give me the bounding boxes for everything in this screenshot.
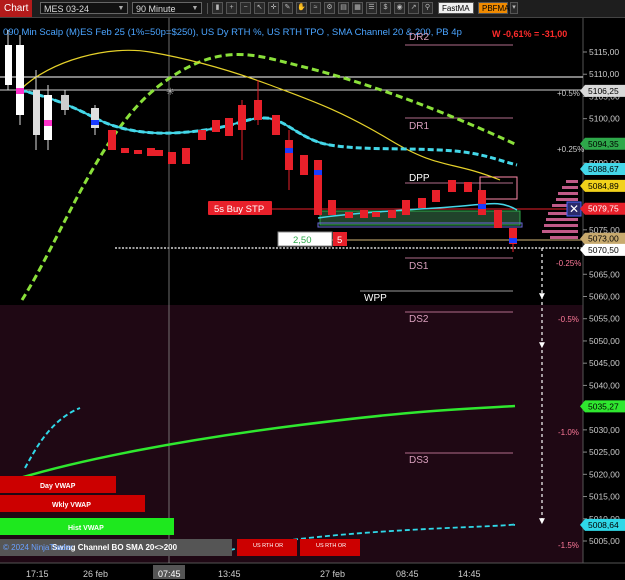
attach-icon[interactable]: ⚲ (422, 2, 433, 14)
arrow-down-icon: ▼ (537, 340, 547, 351)
price-marker: 5070,50 (580, 243, 625, 256)
share-icon[interactable]: ↗ (408, 2, 419, 14)
interval-value: 90 Minute (136, 4, 176, 14)
crosshair-icon[interactable]: ✛ (268, 2, 279, 14)
price-marker: 5094,35 (580, 137, 625, 150)
price-marker: 5073,00 (580, 232, 625, 245)
price-tick-label: 5005,00 (589, 536, 620, 546)
level-label-ds1: DS1 (409, 261, 429, 272)
price-marker-label: 5084,89 (588, 181, 619, 191)
price-marker-label: 5008,64 (588, 520, 619, 530)
chevron-down-icon: ▼ (191, 5, 199, 12)
arrow-down-icon: ▼ (537, 516, 547, 527)
time-label: 17:15 (26, 569, 49, 579)
level-label-dr2: DR2 (409, 32, 429, 43)
percent-label: +0.5% (557, 89, 580, 98)
price-marker-label: 5106,25 (588, 86, 619, 96)
interval-selector[interactable]: 90 Minute ▼ (132, 2, 202, 14)
toolbar-divider (207, 3, 208, 14)
price-marker-label: 5088,67 (588, 164, 619, 174)
zoom-in-icon[interactable]: + (226, 2, 237, 14)
percent-label: -1.0% (558, 428, 579, 437)
chevron-down-icon: ▼ (117, 5, 125, 12)
zoom-out-icon[interactable]: − (240, 2, 251, 14)
fastma-button[interactable]: FastMA (438, 2, 474, 14)
pointer-icon[interactable]: ↖ (254, 2, 265, 14)
pbfma-button[interactable]: PBFMA (478, 2, 510, 14)
templates-icon[interactable]: ▦ (352, 2, 363, 14)
crosshair-cursor-icon: ✳ (166, 87, 174, 98)
price-tick-label: 5030,00 (589, 425, 620, 435)
price-tick-label: 5050,00 (589, 336, 620, 346)
level-label-wpp: WPP (364, 293, 387, 304)
price-marker: 5088,67 (580, 163, 625, 176)
price-marker-label: 5094,35 (588, 139, 619, 149)
chart-trader-icon[interactable]: $ (380, 2, 391, 14)
chart-header-text: 090 Min Scalp (M)ES Feb 25 (1%=50p=$250)… (3, 27, 462, 38)
level-label-dpp: DPP (409, 173, 430, 184)
percent-label: -1.5% (558, 541, 579, 550)
price-tick-label: 5100,00 (589, 114, 620, 124)
price-tick-label: 5025,00 (589, 447, 620, 457)
percent-label: -0.25% (556, 259, 581, 268)
chart-toolbar: Chart MES 03-24 ▼ 90 Minute ▼ ▮ + − ↖ ✛ … (0, 0, 625, 18)
instrument-selector[interactable]: MES 03-24 ▼ (40, 2, 128, 14)
us-rth-or-label: US RTH OR (316, 543, 346, 549)
percent-label: +0.25% (557, 145, 584, 154)
hist-vwap-label: Hist VWAP (68, 525, 104, 532)
price-marker: 5079,75 (580, 202, 625, 215)
order-size: 5 (337, 235, 342, 246)
strategies-icon[interactable]: ⚙ (324, 2, 335, 14)
day-vwap-label: Day VWAP (40, 483, 76, 490)
price-chart[interactable]: 090 Min Scalp (M)ES Feb 25 (1%=50p=$250)… (0, 18, 625, 580)
price-marker: 5106,25 (580, 84, 625, 97)
time-label: 08:45 (396, 569, 419, 579)
us-rth-or-label: US RTH OR (253, 543, 283, 549)
instrument-value: MES 03-24 (44, 4, 90, 14)
price-marker: 5035,27 (580, 400, 625, 413)
properties-icon[interactable]: ☰ (366, 2, 377, 14)
price-tick-label: 5015,00 (589, 492, 620, 502)
price-marker: 5008,64 (580, 518, 625, 531)
time-label: 26 feb (83, 569, 108, 579)
price-tick-label: 5040,00 (589, 380, 620, 390)
chart-tab-title[interactable]: Chart (0, 0, 33, 17)
price-tick-label: 5060,00 (589, 292, 620, 302)
price-marker: 5084,89 (580, 179, 625, 192)
crosshair-time-label: 07:45 (158, 569, 181, 579)
snapshot-icon[interactable]: ◉ (394, 2, 405, 14)
order-quantity: 2,50 (293, 235, 312, 246)
level-label-ds2: DS2 (409, 314, 429, 325)
hand-icon[interactable]: ✋ (296, 2, 307, 14)
close-icon: ✕ (569, 202, 579, 216)
bar-type-icon[interactable]: ▮ (212, 2, 223, 14)
time-label: 13:45 (218, 569, 241, 579)
price-tick-label: 5055,00 (589, 314, 620, 324)
weekly-vwap-label: Wkly VWAP (52, 502, 91, 509)
percent-label: -0.5% (558, 315, 579, 324)
buy-stop-label: 5s Buy STP (214, 204, 264, 215)
copyright-text: © 2024 NinjaTrader (3, 543, 73, 552)
indicators-icon[interactable]: ≈ (310, 2, 321, 14)
data-box-icon[interactable]: ▤ (338, 2, 349, 14)
time-label: 27 feb (320, 569, 345, 579)
price-marker-label: 5035,27 (588, 401, 619, 411)
price-marker-label: 5079,75 (588, 204, 619, 214)
chevron-down-icon[interactable]: ▾ (510, 2, 518, 14)
arrow-down-icon: ▼ (537, 291, 547, 302)
price-tick-label: 5115,00 (589, 47, 619, 57)
price-marker-label: 5070,50 (588, 245, 619, 255)
price-axis-ticks: 5115,005110,005105,005100,005095,005090,… (583, 47, 620, 546)
change-readout: W -0,61% = -31,00 (492, 29, 567, 39)
price-tick-label: 5020,00 (589, 469, 620, 479)
price-marker-label: 5073,00 (588, 234, 619, 244)
price-tick-label: 5065,00 (589, 269, 620, 279)
time-label: 14:45 (458, 569, 481, 579)
price-tick-label: 5110,00 (589, 69, 619, 79)
level-label-ds3: DS3 (409, 455, 429, 466)
price-tick-label: 5045,00 (589, 358, 620, 368)
level-label-dr1: DR1 (409, 121, 429, 132)
drawing-tools-icon[interactable]: ✎ (282, 2, 293, 14)
